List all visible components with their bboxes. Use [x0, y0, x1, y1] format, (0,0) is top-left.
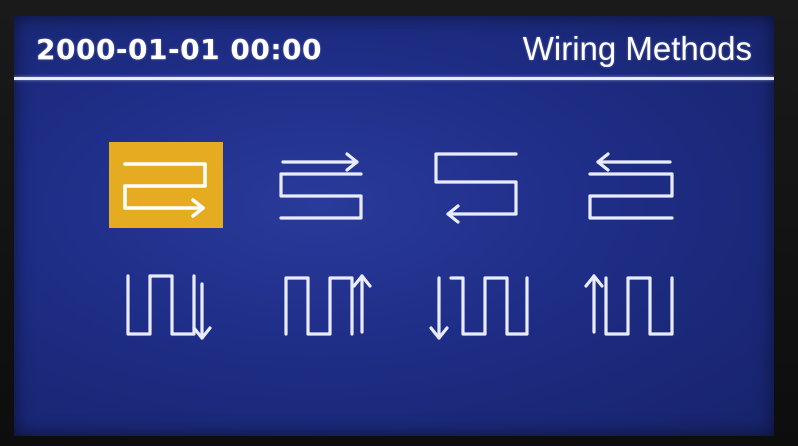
vertical-serpentine-up-left-icon [584, 274, 674, 336]
vertical-serpentine-down-icon [126, 274, 212, 340]
lcd-screen: 2000-01-01 00:00 Wiring Methods [14, 16, 774, 436]
wiring-method-grid [14, 16, 774, 436]
wiring-method-2[interactable] [277, 140, 395, 230]
serpentine-start-top-right-icon [109, 142, 223, 228]
vertical-serpentine-up-icon [284, 274, 372, 336]
wiring-method-6[interactable] [274, 268, 392, 358]
serpentine-start-top-left-icon [588, 152, 674, 220]
wiring-method-7[interactable] [429, 268, 547, 358]
serpentine-start-bottom-left-icon [279, 152, 363, 220]
wiring-method-1[interactable] [107, 140, 225, 230]
wiring-method-3[interactable] [432, 140, 550, 230]
serpentine-start-bottom-right-icon [434, 152, 518, 224]
vertical-serpentine-down-left-icon [429, 276, 529, 340]
wiring-method-4[interactable] [584, 140, 702, 230]
wiring-method-5[interactable] [114, 268, 232, 358]
wiring-method-8[interactable] [582, 268, 700, 358]
